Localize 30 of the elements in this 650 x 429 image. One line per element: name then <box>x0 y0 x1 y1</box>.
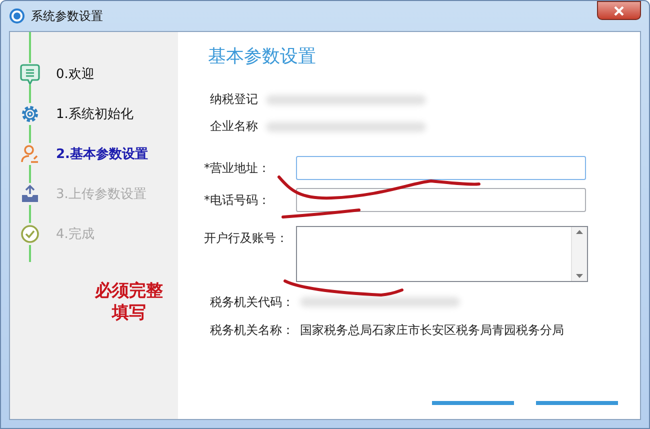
step-label: 1.系统初始化 <box>56 106 134 123</box>
field-value: 国家税务总局石家庄市长安区税务局青园税务分局 <box>300 322 564 338</box>
gear-icon <box>20 104 40 124</box>
field-label: *营业地址： <box>204 160 271 177</box>
chat-list-icon <box>20 63 40 85</box>
user-edit-icon <box>20 144 40 164</box>
annotation-text: 填写 <box>110 302 147 324</box>
step-label: 4.完成 <box>56 226 94 243</box>
field-label: 税务机关代码： <box>210 294 294 310</box>
window-title: 系统参数设置 <box>31 8 104 24</box>
input-field[interactable] <box>296 156 586 180</box>
field-label: 开户行及账号： <box>204 230 289 247</box>
upload-tray-icon <box>20 184 40 204</box>
step-label: 2.基本参数设置 <box>56 146 148 163</box>
field-label: 企业名称 <box>210 118 258 135</box>
scroll-down-icon[interactable] <box>576 274 583 278</box>
field-label: 税务机关名称： <box>210 322 294 338</box>
field-label: 纳税登记 <box>210 91 258 108</box>
text-area[interactable] <box>296 226 588 282</box>
scroll-up-icon[interactable] <box>576 230 583 234</box>
app-logo-icon <box>9 8 25 24</box>
input-field[interactable] <box>296 188 586 212</box>
annotation-text: 必须完整 <box>94 280 164 302</box>
field-label: *电话号码： <box>204 192 271 209</box>
step-label: 0.欢迎 <box>56 66 94 83</box>
close-button[interactable] <box>597 1 641 20</box>
step-label: 3.上传参数设置 <box>56 186 146 203</box>
section-heading: 基本参数设置 <box>208 45 317 68</box>
check-circle-icon <box>20 224 40 244</box>
close-icon <box>614 6 624 16</box>
